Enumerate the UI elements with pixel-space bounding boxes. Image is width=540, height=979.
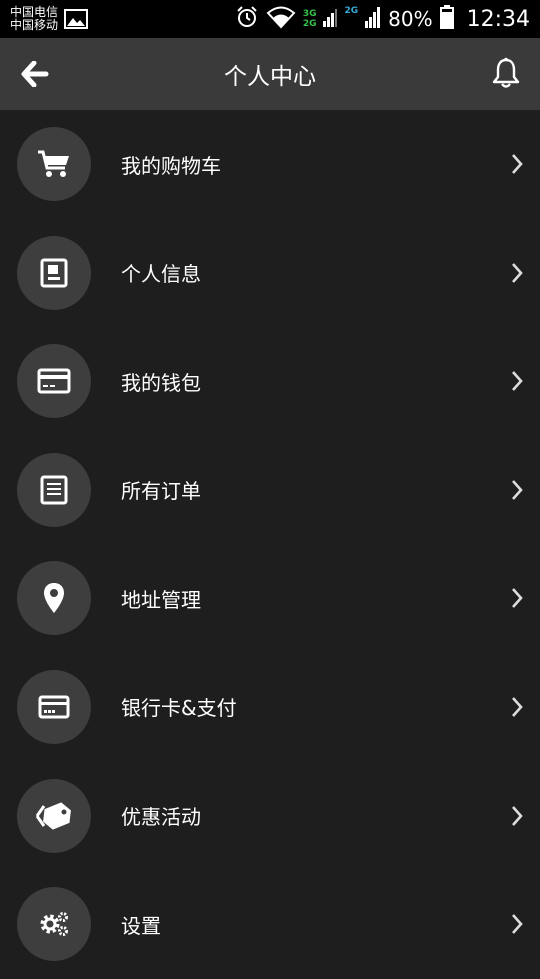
back-button[interactable] bbox=[18, 54, 52, 94]
chevron-right-icon bbox=[510, 805, 524, 827]
status-bar: 中国电信 中国移动 3G 2G 2G 80% 12:34 bbox=[0, 0, 540, 38]
menu-icon-circle bbox=[17, 127, 91, 201]
menu-item-cart[interactable]: 我的购物车 bbox=[0, 110, 540, 219]
menu-item-label: 我的钱包 bbox=[121, 370, 201, 395]
battery-percent: 80% bbox=[388, 7, 433, 31]
menu-item-wallet[interactable]: 我的钱包 bbox=[0, 327, 540, 436]
menu-item-label: 优惠活动 bbox=[121, 805, 201, 830]
wifi-icon bbox=[266, 5, 296, 33]
tag-icon bbox=[35, 801, 71, 830]
menu-item-profile[interactable]: 个人信息 bbox=[0, 219, 540, 328]
menu-item-label: 设置 bbox=[121, 913, 161, 938]
back-arrow-icon bbox=[21, 61, 49, 87]
chevron-right-icon bbox=[510, 913, 524, 935]
chevron-right-icon bbox=[510, 262, 524, 284]
chevron-right-icon bbox=[510, 153, 524, 175]
menu-icon-circle bbox=[17, 235, 91, 310]
network-type: 3G 2G bbox=[303, 9, 317, 29]
menu-list: 我的购物车 个人信息 我的钱包 所有订单 地址管理 银行卡&支付 优惠活动 设置 bbox=[0, 110, 540, 979]
app-header: 个人中心 bbox=[0, 38, 540, 110]
notifications-button[interactable] bbox=[488, 52, 524, 94]
carrier-name-2: 中国移动 bbox=[10, 18, 59, 32]
menu-item-orders[interactable]: 所有订单 bbox=[0, 436, 540, 545]
menu-item-address[interactable]: 地址管理 bbox=[0, 544, 540, 653]
menu-icon-circle bbox=[17, 561, 91, 636]
location-pin-icon bbox=[44, 583, 64, 614]
gear-icon bbox=[40, 912, 68, 937]
image-notification-icon bbox=[64, 8, 90, 30]
menu-item-label: 所有订单 bbox=[121, 479, 201, 504]
orders-icon bbox=[40, 475, 68, 505]
menu-item-label: 我的购物车 bbox=[121, 153, 221, 178]
chevron-right-icon bbox=[510, 587, 524, 609]
bank-card-icon bbox=[38, 695, 70, 719]
wallet-icon bbox=[37, 368, 71, 394]
menu-item-settings[interactable]: 设置 bbox=[0, 870, 540, 979]
cart-icon bbox=[38, 150, 69, 177]
menu-item-bank-card[interactable]: 银行卡&支付 bbox=[0, 653, 540, 762]
network-3g-label: 3G bbox=[302, 9, 317, 19]
chevron-right-icon bbox=[510, 696, 524, 718]
signal-icon-2 bbox=[365, 6, 381, 32]
clock-time: 12:34 bbox=[466, 6, 530, 32]
menu-item-label: 银行卡&支付 bbox=[121, 696, 237, 721]
menu-item-label: 个人信息 bbox=[121, 262, 201, 287]
menu-item-label: 地址管理 bbox=[121, 587, 201, 612]
chevron-right-icon bbox=[510, 370, 524, 392]
page-title: 个人中心 bbox=[224, 64, 316, 90]
signal-icon bbox=[323, 7, 338, 31]
battery-icon bbox=[439, 5, 454, 33]
status-icons: 3G 2G 2G 80% 12:34 bbox=[235, 0, 530, 38]
bell-icon bbox=[492, 57, 520, 88]
menu-icon-circle bbox=[17, 344, 91, 419]
network-2g-label: 2G bbox=[302, 19, 317, 29]
carrier-info: 中国电信 中国移动 bbox=[10, 6, 58, 32]
menu-icon-circle bbox=[17, 778, 91, 853]
menu-icon-circle bbox=[17, 887, 91, 962]
profile-card-icon bbox=[40, 258, 68, 288]
alarm-icon bbox=[235, 5, 259, 33]
chevron-right-icon bbox=[510, 479, 524, 501]
menu-icon-circle bbox=[17, 669, 91, 744]
menu-item-promotions[interactable]: 优惠活动 bbox=[0, 762, 540, 871]
network-2g-label-2: 2G bbox=[344, 6, 359, 16]
menu-icon-circle bbox=[17, 452, 91, 527]
